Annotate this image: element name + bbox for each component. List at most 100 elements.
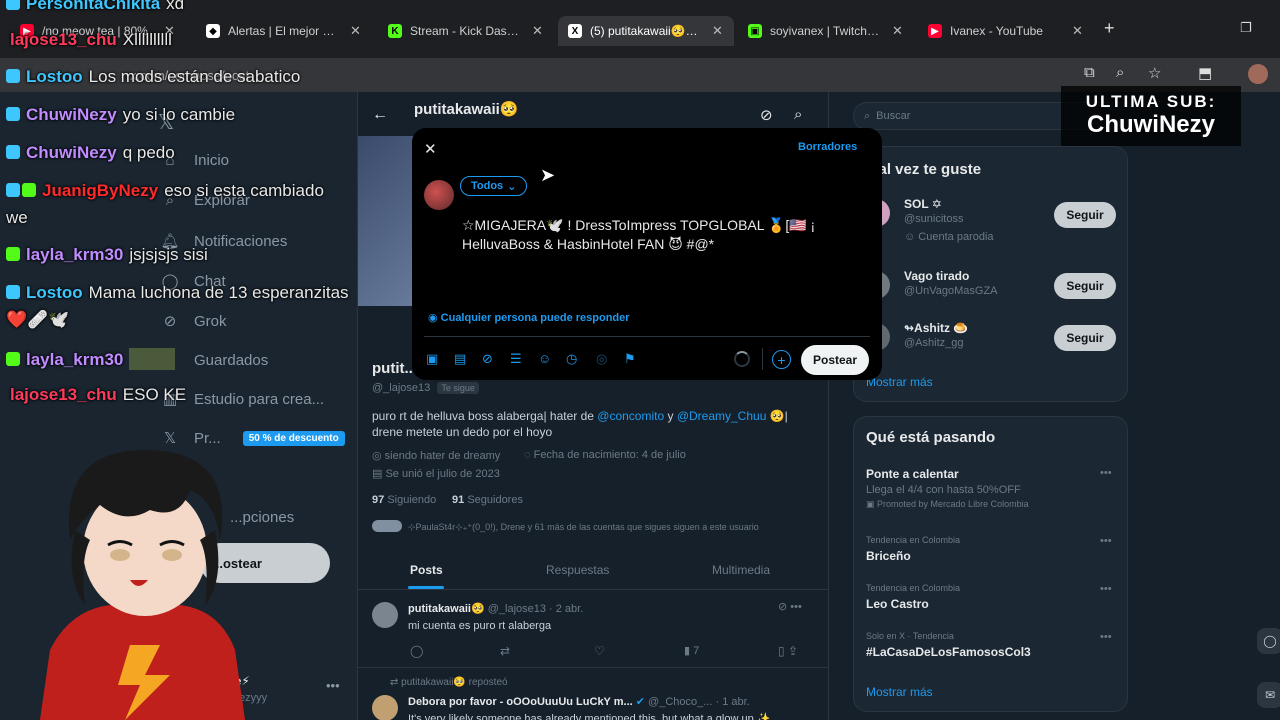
tab-posts[interactable]: Posts [410,563,443,577]
profile-handle: @_lajose13 Te sigue [372,382,479,394]
chat-text: ❤️🩹🕊️ [6,310,70,329]
image-icon[interactable]: ▣ [426,351,438,367]
parody-label: ☺ Cuenta parodia [904,231,994,243]
suggestion-row[interactable]: ↬Ashitz 🍮 @Ashitz_gg Seguir [854,319,1129,363]
drafts-button[interactable]: Borradores [798,141,857,153]
close-tab-icon[interactable]: ✕ [1072,23,1083,39]
browser-tab[interactable]: K Stream - Kick Dashbo ✕ [378,16,554,46]
install-app-icon[interactable]: ⧉ [1084,64,1095,81]
trend-item[interactable]: Ponte a calentar Llega el 4/4 con hasta … [866,467,1121,510]
reply-icon[interactable]: ◯ [410,644,423,658]
like-icon[interactable]: ♡ [594,644,605,658]
followers-link[interactable]: 91 Seguidores [452,494,523,506]
grok-float-icon[interactable]: ◯ [1257,628,1280,654]
compose-textarea[interactable]: ☆MIGAJERA🕊️ ! DressToImpress TOPGLOBAL 🏅… [462,216,867,254]
schedule-icon[interactable]: ◷ [566,351,577,367]
card-title: Qué está pasando [866,429,996,446]
post-author[interactable]: Debora por favor - oOOoUuuUu LuCkY m... [408,696,633,708]
browser-tab-active[interactable]: X (5) putitakawaii🥺 (@ ✕ [558,16,734,46]
close-tab-icon[interactable]: ✕ [532,23,543,39]
trend-more-icon[interactable]: ••• [1100,583,1112,595]
suggestion-handle: @UnVagoMasGZA [904,285,998,297]
follow-button[interactable]: Seguir [1054,325,1116,351]
follows-you-badge: Te sigue [437,382,479,394]
back-arrow-icon[interactable]: ← [372,106,388,124]
post[interactable]: ⇄ putitakawaii🥺 reposteó Debora por favo… [358,669,830,720]
profile-header-name: putitakawaii🥺 [414,101,519,118]
browser-tab[interactable]: ◆ Alertas | El mejor soft ✕ [196,16,372,46]
trend-more-icon[interactable]: ••• [1100,535,1112,547]
chat-emote [129,348,176,370]
close-icon[interactable]: ✕ [424,140,437,158]
reply-setting[interactable]: ◉ Cualquier persona puede responder [428,311,630,324]
profile-avatar[interactable] [1248,64,1268,84]
close-tab-icon[interactable]: ✕ [712,23,723,39]
browser-tab[interactable]: ▣ soyivanex | Twitch | L ✕ [738,16,914,46]
following-count: 97 [372,494,385,506]
tab-replies[interactable]: Respuestas [546,563,609,577]
suggestion-name[interactable]: ↬Ashitz 🍮 [904,321,968,335]
new-tab-icon[interactable]: + [1104,18,1115,39]
restore-window-icon[interactable]: ❐ [1240,20,1252,36]
followed-by[interactable]: ⊹PaulaSt4r⊹₊⁺(0_0!), Drene y 61 más de l… [372,520,822,533]
suggestion-row[interactable]: Vago tirado @UnVagoMasGZA Seguir [854,267,1129,311]
grok-icon[interactable]: ⊘ [760,106,773,124]
bio-mention-link[interactable]: @concomito [597,409,664,423]
post-avatar[interactable] [372,695,398,720]
add-post-icon[interactable]: + [772,350,791,369]
nav-grok[interactable]: ⊘ Grok [160,312,227,331]
account-menu-icon[interactable]: ••• [326,678,340,693]
post-author[interactable]: putitakawaii🥺 [408,603,485,615]
grok-icon[interactable]: ⊘ [482,351,493,367]
trend-more-icon[interactable]: ••• [1100,631,1112,643]
chat-message: JuanigByNezy eso si esta cambiado [6,181,324,201]
search-icon[interactable]: ⌕ [794,106,802,123]
post[interactable]: putitakawaii🥺 @_lajose13 · 2 abr. mi cue… [358,592,830,668]
gif-icon[interactable]: ▤ [454,351,466,367]
badge-icon [6,107,20,121]
audience-selector[interactable]: Todos ⌄ [460,176,528,196]
follow-button[interactable]: Seguir [1054,202,1116,228]
post-submit-button[interactable]: Postear [801,345,869,375]
repost-icon[interactable]: ⇄ [500,644,510,658]
flag-icon[interactable]: ⚑ [624,351,636,367]
x-logo-icon: X [568,24,582,38]
calendar-icon: ▤ [372,468,386,480]
suggestion-row[interactable]: SOL ✡ @sunicitoss ☺ Cuenta parodia Segui… [854,195,1129,255]
views-count[interactable]: ▮ 7 [684,644,699,657]
chat-message: ❤️🩹🕊️ [6,310,70,330]
zoom-icon[interactable]: ⌕ [1116,64,1124,81]
bookmark-star-icon[interactable]: ☆ [1148,64,1161,82]
browser-tab[interactable]: ▶ Ivanex - YouTube ✕ [918,16,1094,46]
trend-item[interactable]: Solo en X · Tendencia #LaCasaDeLosFamoso… [866,631,1121,659]
post-more-icon[interactable]: ⊘ ••• [778,600,802,613]
chat-user: PersonitaChikita [26,0,161,13]
chat-user: Lostoo [26,67,83,86]
nav-bookmarks[interactable]: ▯Guardados [160,351,268,370]
suggestion-name[interactable]: SOL ✡ [904,197,942,211]
following-link[interactable]: 97 Siguiendo [372,494,436,506]
bio-mention-link[interactable]: @Dreamy_Chuu [677,409,767,423]
trend-subtitle: Llega el 4/4 con hasta 50%OFF [866,484,1021,496]
tab-media[interactable]: Multimedia [712,563,770,577]
show-more-link[interactable]: Mostrar más [866,685,933,699]
emoji-icon[interactable]: ☺ [538,351,551,366]
chat-message: we [6,208,28,228]
follow-button[interactable]: Seguir [1054,273,1116,299]
extensions-icon[interactable]: ⬒ [1198,64,1212,82]
last-sub-name: ChuwiNezy [1086,111,1215,138]
trend-title: Leo Castro [866,597,929,611]
poll-icon[interactable]: ☰ [510,351,522,367]
joined-text: Se unió el julio de 2023 [385,468,500,480]
search-placeholder: Buscar [876,110,911,122]
trend-item[interactable]: Tendencia en Colombia Briceño ••• [866,535,1121,563]
messages-float-icon[interactable]: ✉ [1257,682,1280,708]
bookmark-share-icon[interactable]: ▯ ⇪ [778,644,798,658]
close-tab-icon[interactable]: ✕ [350,23,361,39]
trend-more-icon[interactable]: ••• [1100,467,1112,479]
post-avatar[interactable] [372,602,398,628]
trend-item[interactable]: Tendencia en Colombia Leo Castro ••• [866,583,1121,611]
suggestion-name[interactable]: Vago tirado [904,269,969,283]
close-tab-icon[interactable]: ✕ [892,23,903,39]
views-value: 7 [693,645,700,657]
